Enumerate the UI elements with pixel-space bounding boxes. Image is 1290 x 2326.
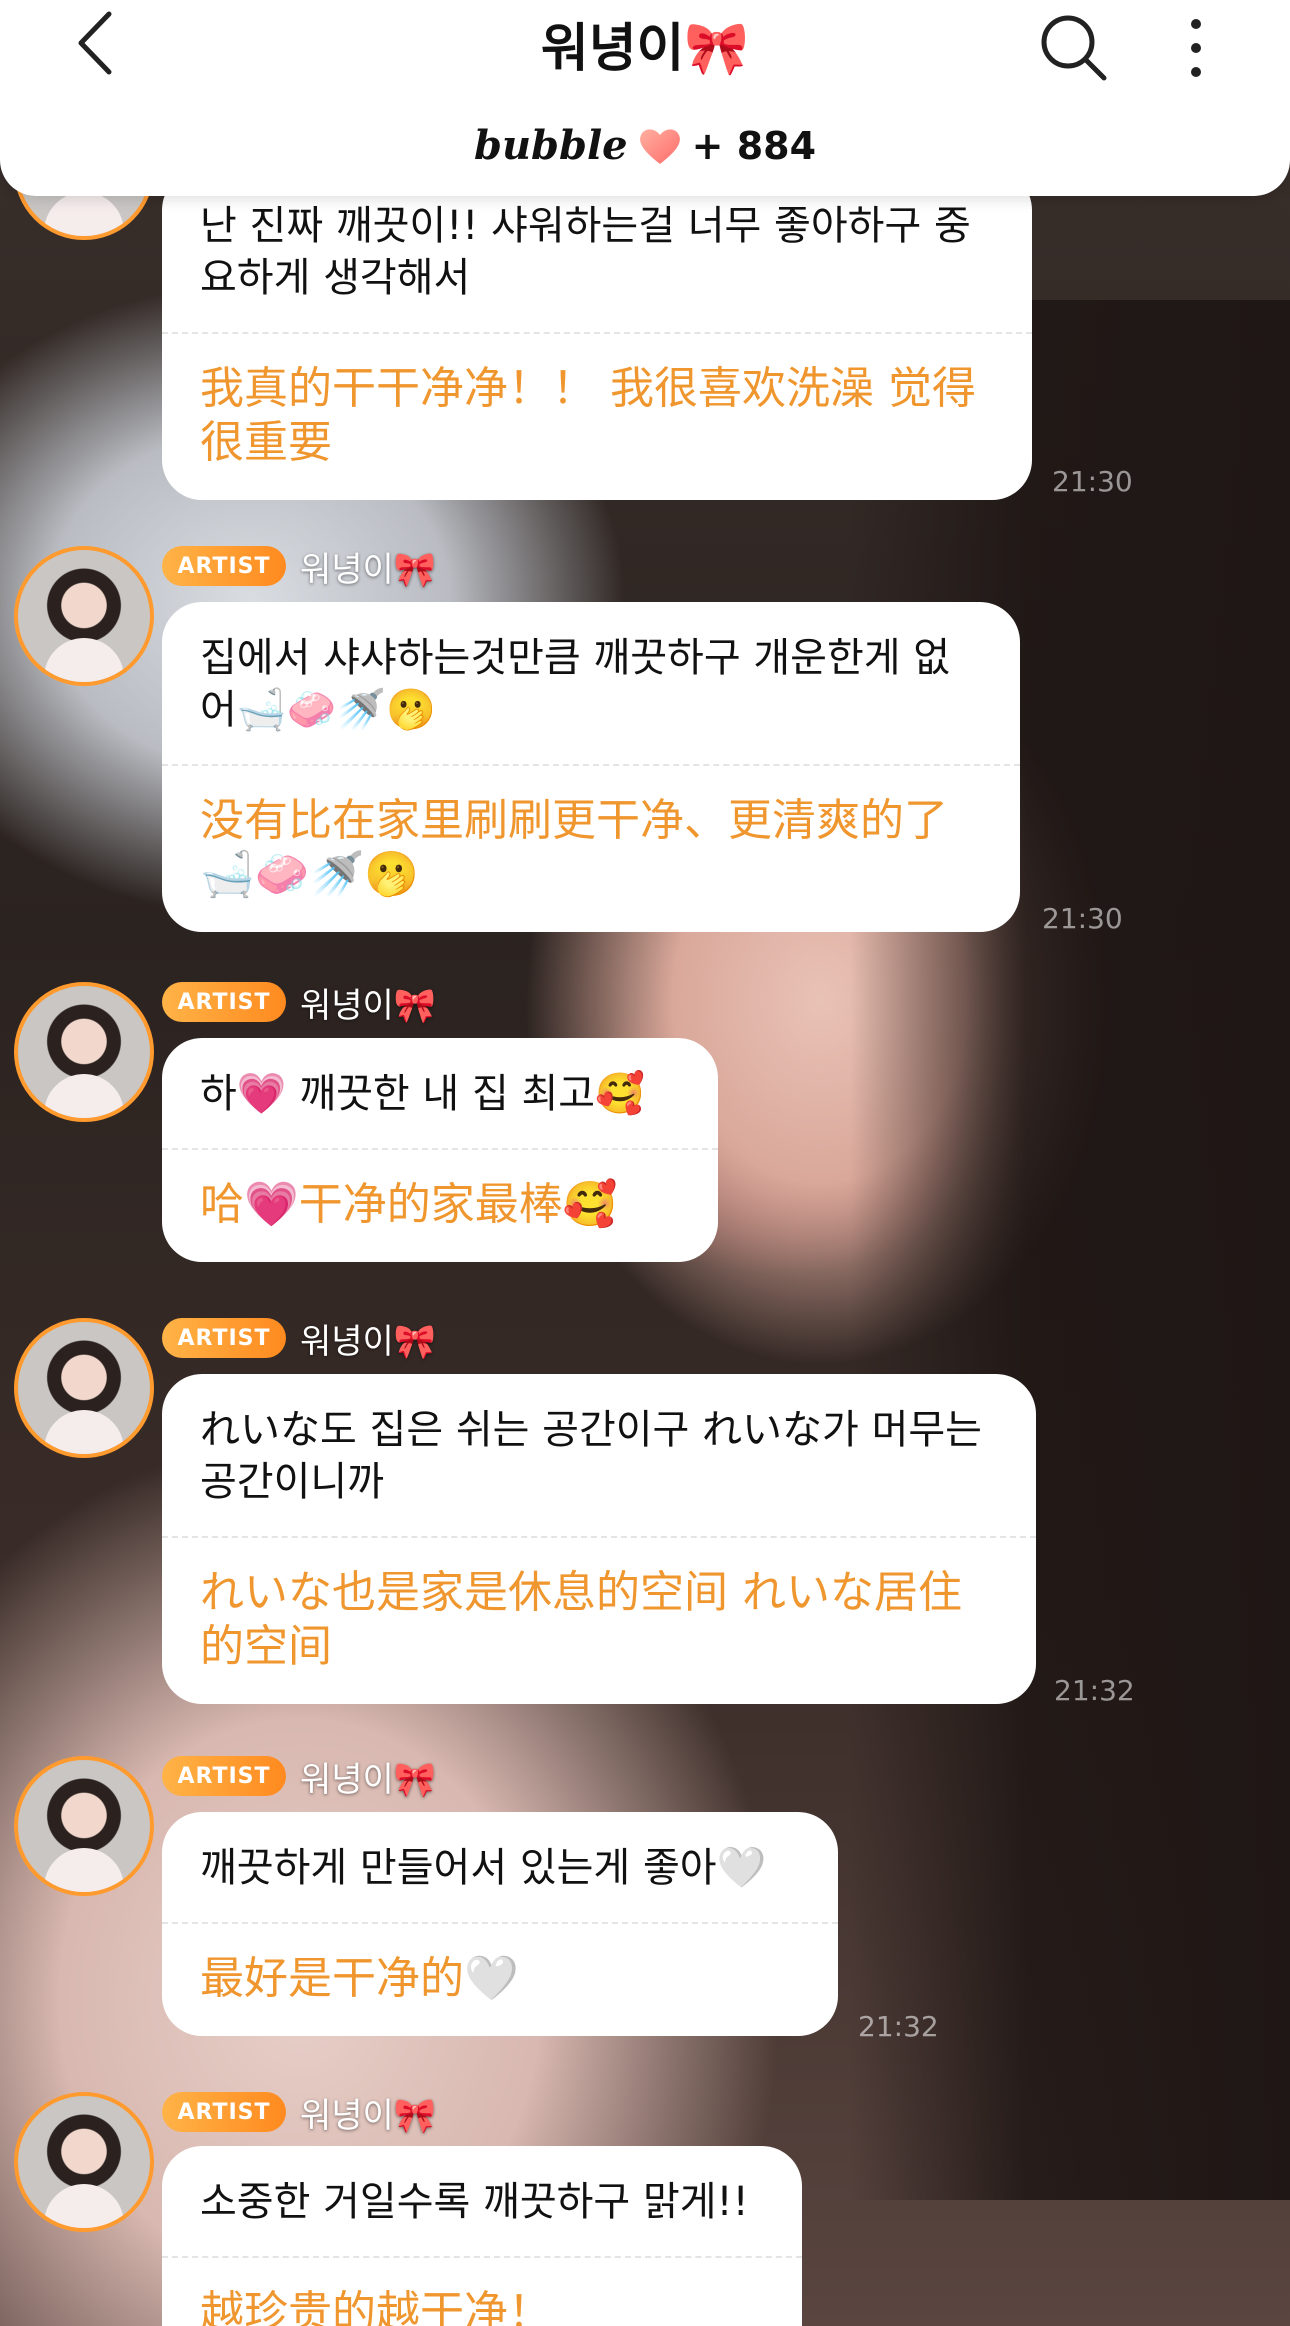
artist-badge: ARTIST bbox=[162, 2092, 286, 2132]
message-timestamp: 21:30 bbox=[1042, 902, 1123, 935]
sender-name: 워녕이🎀 bbox=[300, 550, 437, 590]
more-vertical-icon bbox=[1191, 19, 1201, 77]
bubble-count-bar[interactable]: bubble + 884 bbox=[0, 122, 1290, 169]
artist-avatar[interactable] bbox=[14, 546, 154, 686]
sender-name: 워녕이🎀 bbox=[300, 1760, 437, 1800]
message-bubble[interactable]: 난 진짜 깨끗이!! 샤워하는걸 너무 좋아하구 중요하게 생각해서 我真的干干… bbox=[162, 170, 1032, 500]
chat-header: 워녕이🎀 bubble + 884 bbox=[0, 0, 1290, 196]
sender-name: 워녕이🎀 bbox=[300, 1322, 437, 1362]
artist-avatar[interactable] bbox=[14, 2092, 154, 2232]
message-bubble[interactable]: 소중한 거일수록 깨끗하구 맑게!! 越珍贵的越干净！ bbox=[162, 2146, 802, 2326]
translation-text: 我真的干干净净！！ 我很喜欢洗澡 觉得很重要 bbox=[200, 363, 976, 468]
message-timestamp: 21:32 bbox=[1054, 1674, 1135, 1707]
artist-badge: ARTIST bbox=[162, 546, 286, 586]
artist-avatar[interactable] bbox=[14, 982, 154, 1122]
message-bubble[interactable]: れいな도 집은 쉬는 공간이구 れいな가 머무는 공간이니까 れいな也是家是休息… bbox=[162, 1374, 1036, 1704]
message-text: 집에서 샤샤하는것만큼 깨끗하구 개운한게 없어🛁🧼🚿🫢 bbox=[200, 635, 951, 733]
message-bubble[interactable]: 하💗 깨끗한 내 집 최고🥰 哈💗干净的家最棒🥰 bbox=[162, 1038, 718, 1262]
artist-badge: ARTIST bbox=[162, 982, 286, 1022]
bubble-logo: bubble bbox=[473, 122, 628, 169]
bubble-count: + 884 bbox=[691, 123, 817, 168]
sender-name: 워녕이🎀 bbox=[300, 2096, 437, 2136]
message-bubble[interactable]: 깨끗하게 만들어서 있는게 좋아🤍 最好是干净的🤍 bbox=[162, 1812, 838, 2036]
search-button[interactable] bbox=[1036, 8, 1112, 84]
message-timestamp: 21:32 bbox=[858, 2010, 939, 2043]
translation-text: 越珍贵的越干净！ bbox=[200, 2287, 552, 2326]
heart-icon bbox=[639, 128, 680, 164]
translation-text: れいな也是家是休息的空间 れいな居住的空间 bbox=[200, 1567, 962, 1672]
artist-avatar[interactable] bbox=[14, 1756, 154, 1896]
search-icon bbox=[1041, 15, 1107, 81]
message-text: 하💗 깨끗한 내 집 최고🥰 bbox=[200, 1071, 645, 1117]
translation-text: 没有比在家里刷刷更干净、更清爽的了🛁🧼🚿🫢 bbox=[200, 795, 948, 900]
more-options-button[interactable] bbox=[1170, 8, 1230, 84]
sender-name: 워녕이🎀 bbox=[300, 986, 437, 1026]
translation-text: 哈💗干净的家最棒🥰 bbox=[200, 1179, 618, 1230]
message-text: 깨끗하게 만들어서 있는게 좋아🤍 bbox=[200, 1845, 767, 1891]
message-text: れいな도 집은 쉬는 공간이구 れいな가 머무는 공간이니까 bbox=[200, 1407, 982, 1505]
artist-badge: ARTIST bbox=[162, 1756, 286, 1796]
artist-badge: ARTIST bbox=[162, 1318, 286, 1358]
translation-text: 最好是干净的🤍 bbox=[200, 1953, 519, 2004]
message-timestamp: 21:30 bbox=[1052, 465, 1133, 498]
chat-background-shade bbox=[850, 300, 1290, 2200]
message-bubble[interactable]: 집에서 샤샤하는것만큼 깨끗하구 개운한게 없어🛁🧼🚿🫢 没有比在家里刷刷更干净… bbox=[162, 602, 1020, 932]
artist-avatar[interactable] bbox=[14, 1318, 154, 1458]
message-text: 소중한 거일수록 깨끗하구 맑게!! bbox=[200, 2179, 749, 2225]
